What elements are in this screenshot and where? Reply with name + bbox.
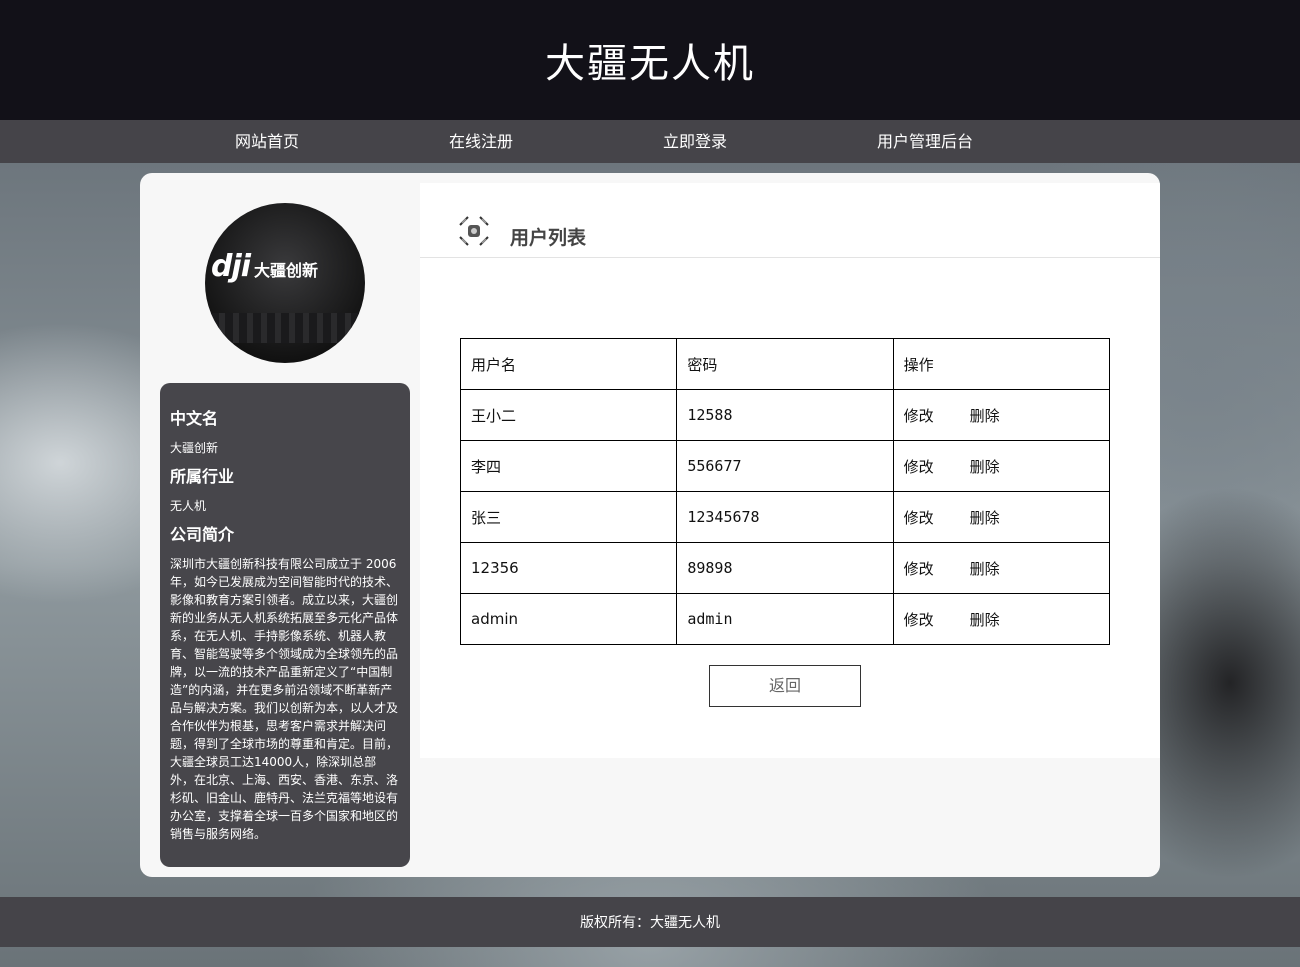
site-footer: 版权所有：大疆无人机 [0, 897, 1300, 947]
avatar-background-structure [205, 313, 365, 343]
table-row: 12356 89898 修改 删除 [459, 542, 1111, 594]
company-info-panel: 中文名 大疆创新 所属行业 无人机 公司简介 深圳市大疆创新科技有限公司成立于 … [160, 383, 410, 867]
nav-user-admin[interactable]: 用户管理后台 [877, 120, 973, 163]
company-avatar: dji 大疆创新 [205, 203, 365, 363]
intro-heading: 公司简介 [170, 525, 235, 544]
header-username: 用户名 [459, 338, 678, 390]
table-row: 李四 556677 修改 删除 [459, 440, 1111, 492]
edit-link[interactable]: 修改 [904, 458, 934, 476]
edit-link[interactable]: 修改 [904, 509, 934, 527]
cn-name-heading: 中文名 [170, 409, 219, 428]
site-header: 大疆无人机 [0, 0, 1300, 120]
cell-username: 张三 [459, 491, 678, 543]
table-row: 王小二 12588 修改 删除 [459, 389, 1111, 441]
edit-link[interactable]: 修改 [904, 560, 934, 578]
nav-home[interactable]: 网站首页 [235, 120, 299, 163]
copyright-text: 版权所有：大疆无人机 [580, 915, 720, 931]
cell-actions: 修改 删除 [892, 593, 1111, 645]
delete-link[interactable]: 删除 [970, 611, 1000, 629]
content-card: dji 大疆创新 中文名 大疆创新 所属行业 无人机 公司简介 深圳市大疆创新科技… [140, 173, 1160, 877]
cell-password: 556677 [676, 440, 894, 492]
cell-username: 李四 [459, 440, 678, 492]
nav-register[interactable]: 在线注册 [449, 120, 513, 163]
cell-password: 89898 [676, 542, 894, 594]
header-password: 密码 [676, 338, 894, 390]
cell-username: 12356 [459, 542, 678, 594]
header-actions: 操作 [892, 338, 1111, 390]
cell-actions: 修改 删除 [892, 542, 1111, 594]
delete-link[interactable]: 删除 [970, 458, 1000, 476]
cell-password: 12345678 [676, 491, 894, 543]
cell-actions: 修改 删除 [892, 389, 1111, 441]
avatar-logo: dji 大疆创新 [211, 249, 361, 284]
avatar-cn-text: 大疆创新 [254, 261, 319, 280]
table-row: 张三 12345678 修改 删除 [459, 491, 1111, 543]
cell-username: admin [459, 593, 678, 645]
industry-value: 无人机 [170, 499, 207, 513]
user-table: 用户名 密码 操作 王小二 12588 修改 删除 李四 556677 修改 删… [459, 338, 1111, 645]
cell-actions: 修改 删除 [892, 491, 1111, 543]
cell-username: 王小二 [459, 389, 678, 441]
delete-link[interactable]: 删除 [970, 509, 1000, 527]
cell-password: 12588 [676, 389, 894, 441]
table-header-row: 用户名 密码 操作 [459, 338, 1111, 390]
nav-login[interactable]: 立即登录 [663, 120, 727, 163]
back-button[interactable]: 返回 [709, 665, 861, 707]
main-nav: 网站首页 在线注册 立即登录 用户管理后台 [0, 120, 1300, 163]
edit-link[interactable]: 修改 [904, 407, 934, 425]
table-row: admin admin 修改 删除 [459, 593, 1111, 645]
intro-text: 深圳市大疆创新科技有限公司成立于 2006年，如今已发展成为空间智能时代的技术、… [170, 557, 399, 841]
site-title: 大疆无人机 [545, 41, 755, 87]
user-list-section: 用户列表 用户名 密码 操作 王小二 12588 修改 删除 李四 556677… [420, 183, 1160, 758]
bottom-background-strip [0, 947, 1300, 967]
cn-name-value: 大疆创新 [170, 441, 219, 455]
industry-heading: 所属行业 [170, 467, 235, 486]
section-header: 用户列表 [420, 183, 1160, 258]
delete-link[interactable]: 删除 [970, 560, 1000, 578]
cell-actions: 修改 删除 [892, 440, 1111, 492]
dji-logo-text: dji [211, 249, 251, 284]
section-title: 用户列表 [510, 227, 587, 249]
delete-link[interactable]: 删除 [970, 407, 1000, 425]
drone-icon [459, 216, 489, 246]
cell-password: admin [676, 593, 894, 645]
edit-link[interactable]: 修改 [904, 611, 934, 629]
